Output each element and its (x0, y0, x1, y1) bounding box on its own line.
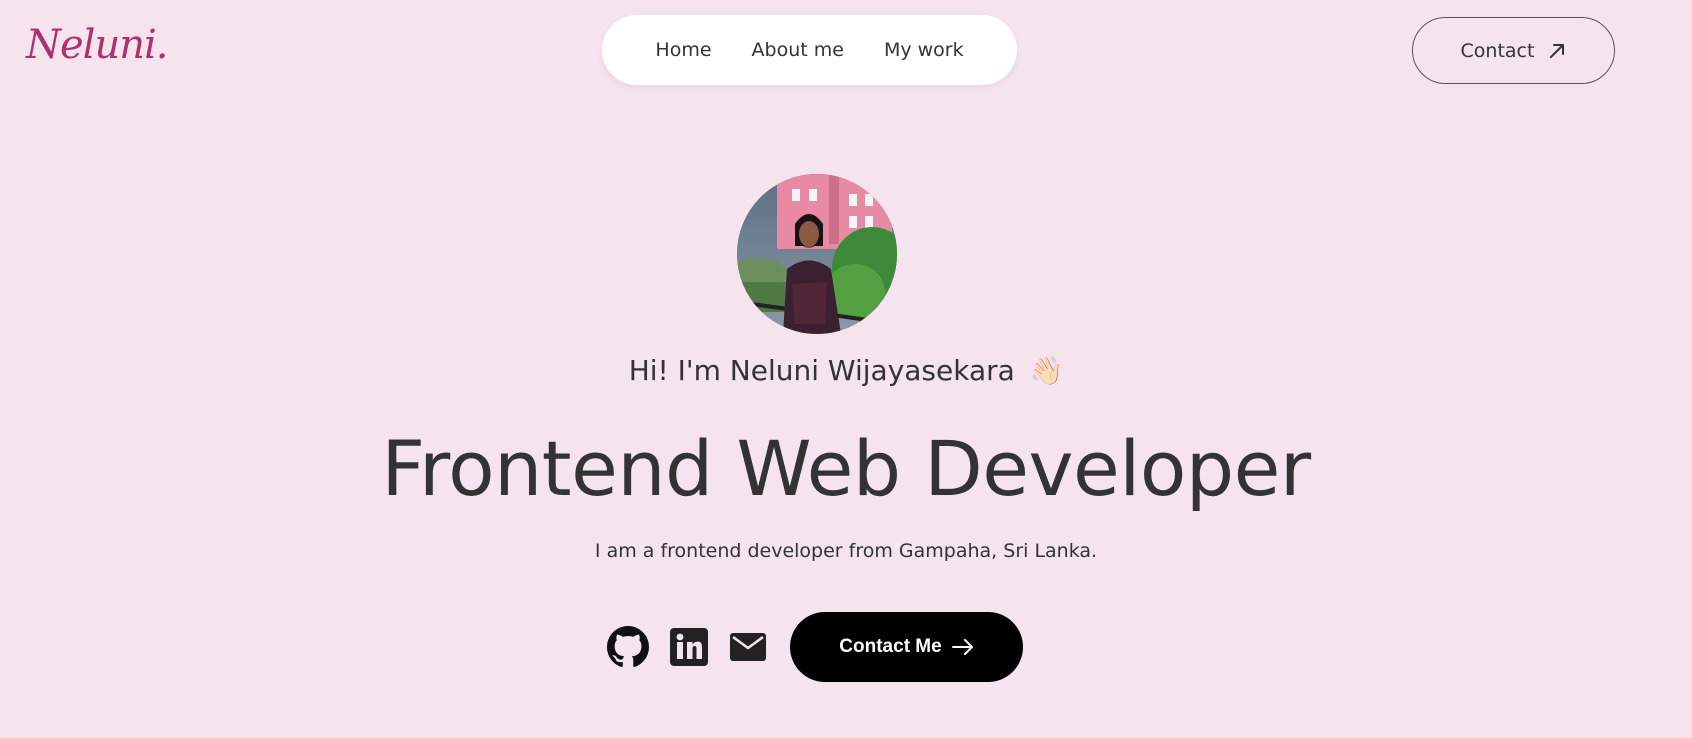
profile-photo (737, 174, 897, 334)
social-links: Contact Me (607, 612, 1023, 682)
contact-me-label: Contact Me (839, 636, 942, 657)
contact-me-button[interactable]: Contact Me (790, 612, 1023, 682)
github-icon[interactable] (607, 626, 649, 668)
linkedin-icon[interactable] (669, 627, 709, 667)
header-contact-label: Contact (1460, 39, 1535, 62)
arrow-right-icon (951, 639, 973, 655)
nav-my-work[interactable]: My work (884, 39, 964, 61)
avatar (737, 174, 897, 334)
arrow-up-right-icon (1550, 43, 1565, 58)
nav-home[interactable]: Home (655, 39, 711, 61)
waving-hand-icon: 👋🏻 (1029, 356, 1064, 387)
header-contact-button[interactable]: Contact (1412, 17, 1615, 84)
hero-greeting: Hi! I'm Neluni Wijayasekara 👋🏻 (0, 354, 1692, 387)
main-nav: Home About me My work (602, 15, 1017, 85)
hero-headline: Frontend Web Developer (381, 424, 1311, 513)
mail-icon[interactable] (729, 628, 767, 666)
greeting-text: Hi! I'm Neluni Wijayasekara (628, 354, 1015, 387)
nav-about-me[interactable]: About me (752, 39, 844, 61)
hero-tagline: I am a frontend developer from Gampaha, … (594, 540, 1098, 562)
page: Neluni. Home About me My work Contact Hi… (0, 0, 1692, 738)
brand-logo[interactable]: Neluni. (26, 22, 168, 68)
